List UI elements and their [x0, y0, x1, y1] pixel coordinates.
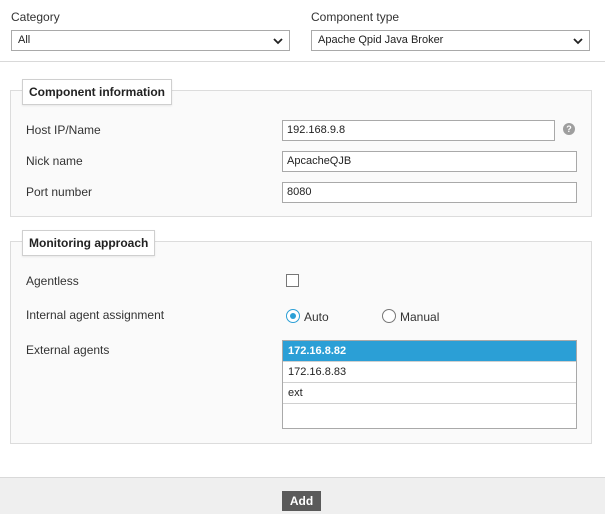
agentless-checkbox[interactable] [286, 274, 299, 287]
add-button[interactable]: Add [282, 491, 321, 511]
component-type-select-value: Apache Qpid Java Broker [318, 34, 444, 46]
component-type-select[interactable]: Apache Qpid Java Broker [311, 30, 590, 51]
nick-name-input[interactable]: ApcacheQJB [282, 151, 577, 172]
monitoring-legend: Monitoring approach [22, 230, 156, 256]
chevron-down-icon [573, 38, 583, 45]
host-input[interactable]: 192.168.9.8 [282, 120, 555, 141]
category-select-value: All [18, 34, 31, 46]
auto-radio-label[interactable]: Auto [304, 310, 329, 324]
external-agent-item[interactable]: 172.16.8.83 [283, 362, 576, 383]
external-agent-item[interactable]: 172.16.8.82 [283, 341, 576, 362]
manual-radio-label[interactable]: Manual [400, 310, 439, 324]
external-agents-listbox[interactable]: 172.16.8.82 172.16.8.83 ext [282, 340, 577, 429]
component-type-label: Component type [311, 10, 400, 24]
auto-radio[interactable] [286, 309, 300, 323]
category-label: Category [11, 10, 60, 24]
manual-radio[interactable] [382, 309, 396, 323]
component-info-section: Component information Host IP/Name 192.1… [10, 79, 592, 217]
host-label: Host IP/Name [26, 123, 101, 137]
port-number-input[interactable]: 8080 [282, 182, 577, 203]
port-number-label: Port number [26, 185, 93, 199]
monitoring-section: Monitoring approach Agentless Internal a… [10, 230, 592, 444]
filter-bar: Category All Component type Apache Qpid … [0, 0, 605, 62]
help-icon[interactable]: ? [563, 123, 575, 135]
agentless-label: Agentless [26, 274, 79, 288]
internal-agent-assignment-label: Internal agent assignment [26, 308, 165, 322]
external-agent-item[interactable]: ext [283, 383, 576, 404]
component-info-legend: Component information [22, 79, 172, 105]
nick-name-label: Nick name [26, 154, 83, 168]
external-agents-label: External agents [26, 343, 110, 357]
footer-bar: Add [0, 477, 605, 514]
chevron-down-icon [273, 38, 283, 45]
category-select[interactable]: All [11, 30, 290, 51]
